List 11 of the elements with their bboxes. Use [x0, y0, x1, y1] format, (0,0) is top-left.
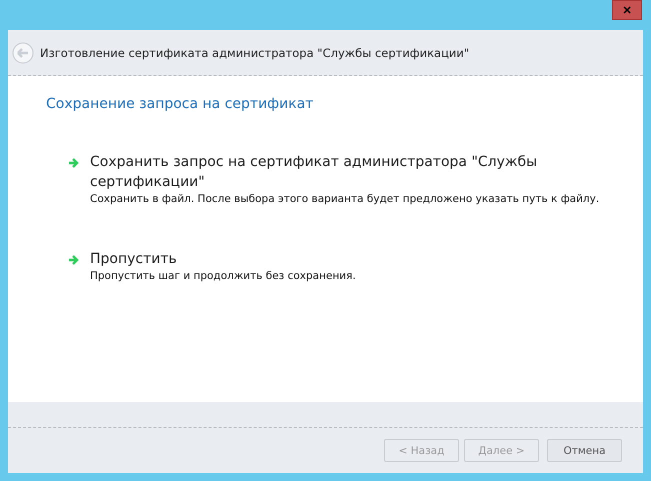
arrow-icon [68, 254, 80, 266]
arrow-icon [68, 157, 80, 169]
back-icon[interactable] [12, 42, 34, 64]
option-description: Пропустить шаг и продолжить без сохранения. [90, 270, 357, 282]
wizard-title: Изготовление сертификата администратора "Службы сертификации" [40, 46, 470, 60]
option-link[interactable]: Пропустить [90, 249, 550, 269]
option-link[interactable]: Сохранить запрос на сертификат администратора "Службы сертификации" [90, 152, 550, 192]
wizard-button[interactable]: Отмена [547, 439, 622, 462]
close-button[interactable]: ✕ [612, 0, 642, 20]
option-description: Сохранить в файл. После выбора этого варианта будет предложено указать путь к файлу. [90, 193, 600, 205]
page-heading: Сохранение запроса на сертификат [46, 96, 314, 112]
